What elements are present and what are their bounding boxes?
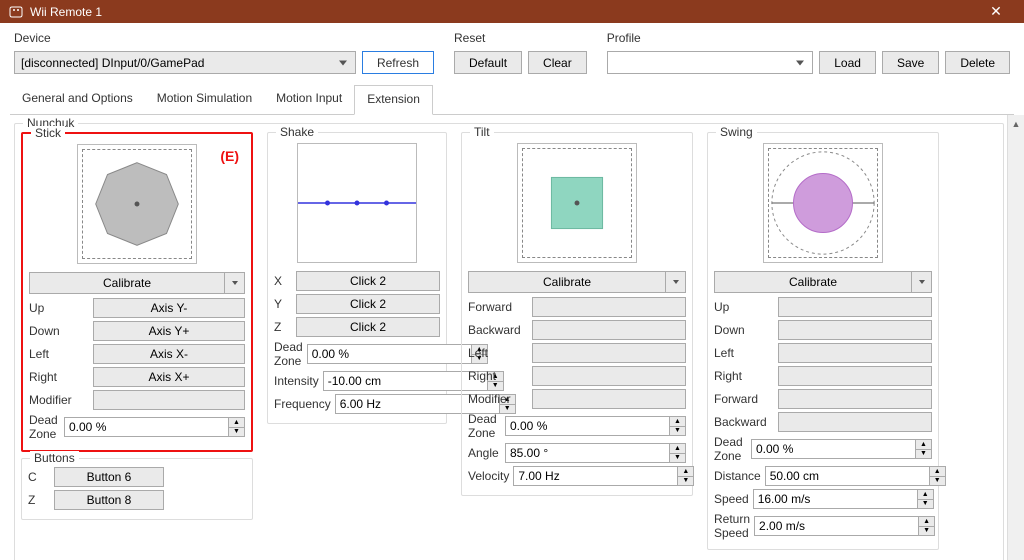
delete-button[interactable]: Delete [945,51,1010,74]
swing-section: Swing Calibrate Up Down Left Right [707,132,939,550]
load-button[interactable]: Load [819,51,876,74]
swing-up-map[interactable] [778,297,932,317]
reset-label: Reset [454,31,587,45]
device-label: Device [14,31,434,45]
default-button[interactable]: Default [454,51,522,74]
scroll-up-icon[interactable]: ▲ [1008,115,1024,132]
swing-calibrate-button[interactable]: Calibrate [714,271,912,293]
tilt-backward-map[interactable] [532,320,686,340]
stick-up-map[interactable]: Axis Y- [93,298,245,318]
shake-y-map[interactable]: Click 2 [296,294,440,314]
tilt-calibrate-button[interactable]: Calibrate [468,271,666,293]
tilt-forward-map[interactable] [532,297,686,317]
swing-forward-map[interactable] [778,389,932,409]
swing-right-map[interactable] [778,366,932,386]
swing-backward-map[interactable] [778,412,932,432]
tab-extension[interactable]: Extension [354,85,433,115]
device-combo[interactable]: [disconnected] DInput/0/GamePad [14,51,356,74]
profile-label: Profile [607,31,1010,45]
tilt-section: Tilt Calibrate Forward Backward Left Rig… [461,132,693,496]
stick-modifier-map[interactable] [93,390,245,410]
tab-general[interactable]: General and Options [10,85,145,115]
tilt-velocity-input[interactable] [513,466,678,486]
stick-left-map[interactable]: Axis X- [93,344,245,364]
tilt-deadzone-input[interactable] [505,416,670,436]
clear-button[interactable]: Clear [528,51,587,74]
window-title: Wii Remote 1 [30,5,976,19]
tilt-angle-input[interactable] [505,443,670,463]
swing-speed-input[interactable] [753,489,918,509]
stick-right-map[interactable]: Axis X+ [93,367,245,387]
shake-section: Shake XClick 2 YClick 2 ZClick 2 Dead Zo… [267,132,447,424]
save-button[interactable]: Save [882,51,939,74]
swing-deadzone-input[interactable] [751,439,916,459]
stick-tag: (E) [220,148,239,164]
spin-up[interactable]: ▲ [229,417,245,427]
stick-legend: Stick [31,126,65,140]
tilt-left-map[interactable] [532,343,686,363]
shake-visualizer [297,143,417,263]
swing-legend: Swing [716,125,757,139]
tab-strip: General and Options Motion Simulation Mo… [10,84,1014,115]
app-icon [8,6,24,18]
tab-motion-input[interactable]: Motion Input [264,85,354,115]
button-c-map[interactable]: Button 6 [54,467,164,487]
close-button[interactable]: ✕ [976,3,1016,20]
stick-calibrate-dropdown[interactable] [225,272,245,294]
titlebar: Wii Remote 1 ✕ [0,0,1024,23]
shake-legend: Shake [276,125,318,139]
swing-calibrate-dropdown[interactable] [912,271,932,293]
spin-down[interactable]: ▼ [229,427,245,438]
tilt-visualizer [517,143,637,263]
stick-section: Stick (E) Calibrate UpAxis Y- DownAxis Y… [21,132,253,452]
toolbar: Device [disconnected] DInput/0/GamePad R… [0,23,1024,78]
button-z-map[interactable]: Button 8 [54,490,164,510]
stick-calibrate-button[interactable]: Calibrate [29,272,225,294]
refresh-button[interactable]: Refresh [362,51,434,74]
swing-down-map[interactable] [778,320,932,340]
stick-down-map[interactable]: Axis Y+ [93,321,245,341]
swing-left-map[interactable] [778,343,932,363]
tab-motion-simulation[interactable]: Motion Simulation [145,85,264,115]
shake-deadzone-input[interactable] [307,344,472,364]
stick-visualizer [77,144,197,264]
swing-return-speed-input[interactable] [754,516,919,536]
profile-combo[interactable] [607,51,814,74]
vertical-scrollbar[interactable]: ▲ [1007,115,1024,560]
buttons-section: Buttons CButton 6 ZButton 8 [21,458,253,520]
swing-visualizer [763,143,883,263]
shake-z-map[interactable]: Click 2 [296,317,440,337]
tilt-right-map[interactable] [532,366,686,386]
tilt-legend: Tilt [470,125,494,139]
buttons-legend: Buttons [30,451,79,465]
shake-x-map[interactable]: Click 2 [296,271,440,291]
swing-distance-input[interactable] [765,466,930,486]
tilt-modifier-map[interactable] [532,389,686,409]
tilt-calibrate-dropdown[interactable] [666,271,686,293]
stick-deadzone-input[interactable] [64,417,229,437]
nunchuk-group: Nunchuk Stick (E) Calibrate [14,123,1004,560]
